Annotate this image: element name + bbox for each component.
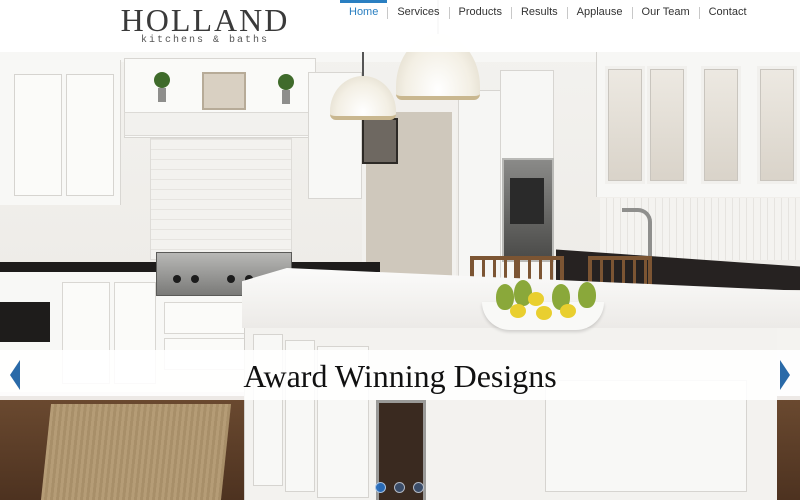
tall-cabinet <box>458 90 502 282</box>
plant <box>278 74 294 90</box>
chevron-right-icon[interactable] <box>780 360 790 390</box>
slider-dot-3[interactable] <box>413 482 424 493</box>
pendant-shade <box>330 76 396 120</box>
plant-pot <box>282 90 290 104</box>
brand-title: Holland <box>120 2 290 38</box>
drawer <box>164 302 246 334</box>
glass-door <box>757 66 797 184</box>
stove-knob <box>191 275 199 283</box>
faucet <box>622 208 652 260</box>
glass-door <box>701 66 741 184</box>
glass-door <box>605 66 645 184</box>
glass-door <box>647 66 687 184</box>
nav-applause[interactable]: Applause <box>568 0 632 24</box>
glass-cabinets <box>596 52 800 197</box>
pendant-light <box>330 52 396 120</box>
hero-slide-image <box>0 0 800 500</box>
site-header: Holland kitchens & baths Home Services P… <box>0 0 800 52</box>
nav-home[interactable]: Home <box>340 0 388 24</box>
wall-photo <box>362 118 398 164</box>
upper-left-cabinets <box>0 60 121 205</box>
stove-knob <box>173 275 181 283</box>
lemon <box>560 304 576 318</box>
pendant-cord <box>362 52 364 78</box>
lemon <box>510 304 526 318</box>
range-hood-band <box>124 112 316 136</box>
nav-our-team[interactable]: Our Team <box>633 0 699 24</box>
brand-logo[interactable]: Holland kitchens & baths <box>108 3 302 47</box>
countertop <box>0 302 50 342</box>
cabinet-door <box>66 74 114 196</box>
slide-caption: Award Winning Designs <box>243 358 557 394</box>
slider-dot-2[interactable] <box>394 482 405 493</box>
nav-services[interactable]: Services <box>388 0 448 24</box>
main-nav: Home Services Products Results Applause … <box>340 0 756 24</box>
slider-pagination <box>375 482 424 493</box>
framed-art <box>202 72 246 110</box>
pear <box>578 282 596 308</box>
lemon <box>536 306 552 320</box>
nav-contact[interactable]: Contact <box>700 0 756 24</box>
wall-oven <box>502 158 554 262</box>
plant <box>154 72 170 88</box>
slider-dot-1[interactable] <box>375 482 386 493</box>
nav-results[interactable]: Results <box>512 0 567 24</box>
plant-pot <box>158 88 166 102</box>
tile-backsplash <box>150 138 292 260</box>
rug <box>40 404 232 500</box>
stove-knob <box>227 275 235 283</box>
nav-products[interactable]: Products <box>450 0 511 24</box>
lemon <box>528 292 544 306</box>
slide-caption-band: Award Winning Designs <box>0 350 800 400</box>
cabinet-door <box>14 74 62 196</box>
chevron-left-icon[interactable] <box>10 360 20 390</box>
kitchen-island <box>244 320 777 500</box>
